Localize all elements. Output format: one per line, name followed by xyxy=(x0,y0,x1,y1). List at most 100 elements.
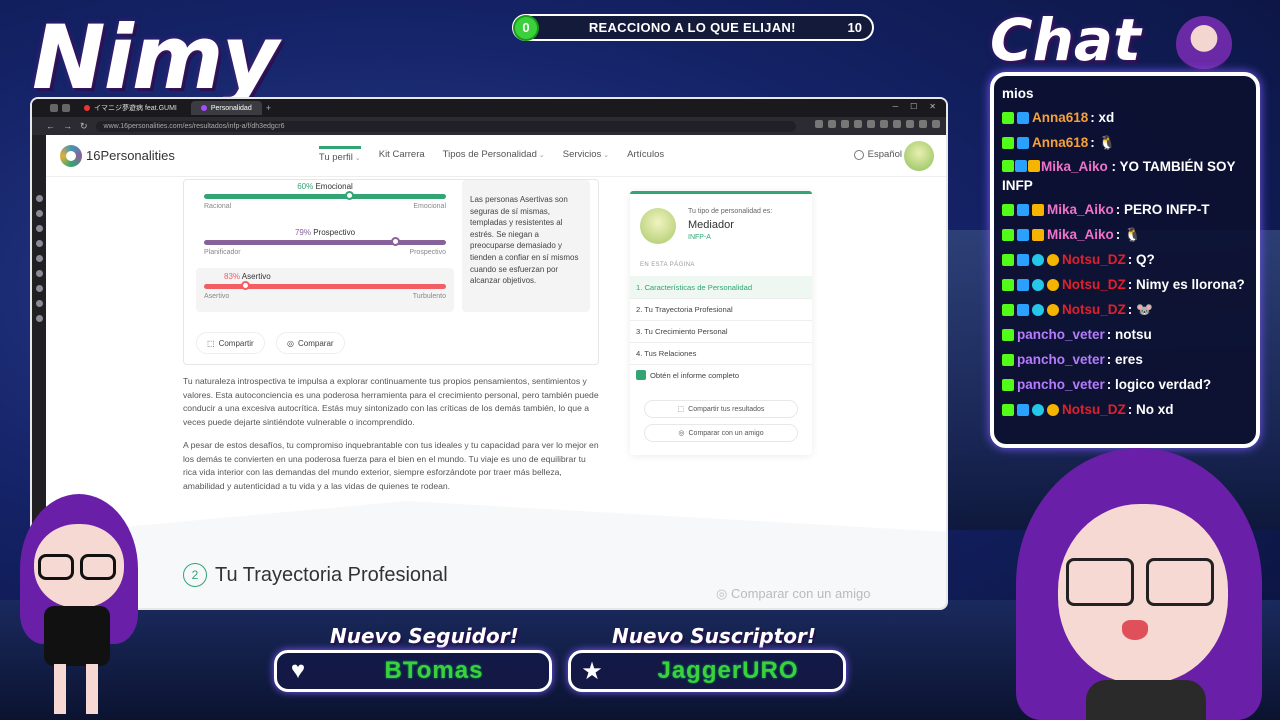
chat-messages: mios Anna618 : xd Anna618 : 🐧 Mika_Aiko : Y… xyxy=(1002,82,1248,422)
sub-badge-icon xyxy=(1017,253,1029,266)
new-tab-button[interactable]: + xyxy=(266,103,271,113)
chat-username[interactable]: Mika_Aiko xyxy=(1041,159,1108,174)
tab-actions-icon[interactable] xyxy=(62,104,70,112)
nav-item-profile[interactable]: Tu perfil ⌄ xyxy=(318,145,361,163)
extension-icon[interactable] xyxy=(828,120,836,128)
tab-label: Personalidad xyxy=(210,104,252,112)
follower-name: BTomas xyxy=(384,657,484,684)
nav-item-services[interactable]: Servicios ⌄ xyxy=(563,149,609,163)
gem-badge-icon xyxy=(1032,303,1044,316)
extension-icon[interactable] xyxy=(906,120,914,128)
back-icon[interactable]: ← xyxy=(46,121,55,131)
trait-title: 79% Prospectivo xyxy=(204,228,446,237)
trait-percent: 79% xyxy=(294,228,311,237)
whatsapp-icon[interactable] xyxy=(35,210,43,217)
settings-icon[interactable] xyxy=(35,315,43,322)
url-input[interactable]: www.16personalities.com/es/resultados/in… xyxy=(95,120,796,132)
trait-track xyxy=(204,240,446,245)
trait-energy[interactable]: 60% Emocional Racional Emocional xyxy=(204,178,446,222)
extension-icon[interactable] xyxy=(867,120,875,128)
gem-badge-icon xyxy=(1032,253,1044,266)
sub-badge-icon xyxy=(1017,136,1029,149)
nav-item-articles[interactable]: Artículos xyxy=(627,149,664,163)
chat-username[interactable]: Anna618 xyxy=(1032,130,1088,155)
on-page-heading: EN ESTA PÁGINA xyxy=(640,262,695,268)
extension-icon[interactable] xyxy=(932,120,940,128)
instagram-icon[interactable] xyxy=(35,225,43,232)
chat-message: Anna618 : 🐧 xyxy=(1002,130,1248,155)
share-results-label: Compartir tus resultados xyxy=(688,405,765,413)
kick-badge-icon xyxy=(1002,253,1014,266)
trait-left-label: Racional xyxy=(204,203,232,210)
user-avatar[interactable] xyxy=(904,141,934,171)
kick-badge-icon xyxy=(1002,136,1014,149)
type-code: INFP-A xyxy=(688,234,711,241)
nav-item-career[interactable]: Kit Carrera xyxy=(379,149,425,163)
sub-badge-icon xyxy=(1017,228,1029,241)
sub-badge-icon xyxy=(1017,203,1029,216)
chat-username[interactable]: pancho_veter xyxy=(1017,347,1105,372)
tier-badge-icon xyxy=(1047,403,1059,416)
toc-item-career[interactable]: 2. Tu Trayectoria Profesional xyxy=(630,298,812,320)
nav-item-types[interactable]: Tipos de Personalidad ⌄ xyxy=(443,149,545,163)
chat-panel: mios Anna618 : xd Anna618 : 🐧 Mika_Aiko : Y… xyxy=(990,72,1260,448)
extension-icon[interactable] xyxy=(919,120,927,128)
sidebar-app-icon[interactable] xyxy=(35,285,43,292)
streamer-name: Nimy xyxy=(32,6,279,109)
share-results-button[interactable]: ⬚ Compartir tus resultados xyxy=(644,400,798,418)
maximize-icon[interactable]: ☐ xyxy=(910,102,917,111)
sidebar-app-icon[interactable] xyxy=(35,270,43,277)
tab-music[interactable]: イマニジ夢遊病 feat.GUMI xyxy=(74,101,187,115)
chat-text: : Q? xyxy=(1127,252,1155,267)
extension-icon[interactable] xyxy=(841,120,849,128)
subscriber-name: JaggerURO xyxy=(657,657,799,684)
sub-badge-icon xyxy=(1017,278,1029,291)
chat-username[interactable]: Anna618 xyxy=(1032,105,1088,130)
goal-current: 0 xyxy=(515,16,537,39)
full-report-link[interactable]: Obtén el informe completo xyxy=(630,364,812,386)
chat-username[interactable]: pancho_veter xyxy=(1017,322,1105,347)
reload-icon[interactable]: ↻ xyxy=(80,121,88,132)
window-controls: ─ ☐ ✕ xyxy=(892,102,936,111)
extension-icon[interactable] xyxy=(854,120,862,128)
chat-username[interactable]: Notsu_DZ xyxy=(1062,272,1126,297)
discord-icon[interactable] xyxy=(35,255,43,262)
chat-username[interactable]: Notsu_DZ xyxy=(1062,247,1126,272)
forward-icon[interactable]: → xyxy=(63,121,72,131)
type-name: Mediador xyxy=(688,219,734,231)
chat-message: pancho_veter : notsu xyxy=(1002,322,1248,347)
compare-friend-button[interactable]: ◎ Comparar con un amigo xyxy=(644,424,798,442)
chat-username[interactable]: Notsu_DZ xyxy=(1062,397,1126,422)
vtuber-avatar-small xyxy=(14,494,140,720)
language-selector[interactable]: Español xyxy=(853,149,902,160)
sidebar-app-icon[interactable] xyxy=(35,300,43,307)
follower-alert: ♥ BTomas xyxy=(274,650,552,692)
site-logo[interactable]: 16Personalities xyxy=(60,144,175,167)
chat-username[interactable]: Notsu_DZ xyxy=(1062,297,1126,322)
share-button[interactable]: ⬚ Compartir xyxy=(196,332,265,354)
tier-badge-icon xyxy=(1047,253,1059,266)
tiktok-icon[interactable] xyxy=(35,240,43,247)
window-icon[interactable] xyxy=(50,104,58,112)
chat-username[interactable]: pancho_veter xyxy=(1017,372,1105,397)
chat-username[interactable]: Mika_Aiko xyxy=(1047,222,1114,247)
trait-tactics[interactable]: 79% Prospectivo Planificador Prospectivo xyxy=(204,224,446,268)
logo-text: 16Personalities xyxy=(86,148,175,163)
toc-item-relationships[interactable]: 4. Tus Relaciones xyxy=(630,342,812,364)
close-icon[interactable]: ✕ xyxy=(929,102,936,111)
chat-username[interactable]: Mika_Aiko xyxy=(1047,197,1114,222)
extension-icon[interactable] xyxy=(880,120,888,128)
toc-item-characteristics[interactable]: 1. Características de Personalidad xyxy=(630,276,812,298)
kick-badge-icon xyxy=(1002,228,1014,241)
compare-button[interactable]: ◎ Comparar xyxy=(276,332,345,354)
site-header: 16Personalities Tu perfil ⌄ Kit Carrera T… xyxy=(46,135,946,177)
minimize-icon[interactable]: ─ xyxy=(892,102,898,111)
extension-icon[interactable] xyxy=(815,120,823,128)
extension-icon[interactable] xyxy=(893,120,901,128)
tab-personality[interactable]: Personalidad xyxy=(190,101,262,115)
kick-badge-icon xyxy=(1002,328,1014,341)
trait-identity[interactable]: 83% Asertivo Asertivo Turbulento xyxy=(196,268,454,312)
sidebar-app-icon[interactable] xyxy=(35,195,43,202)
toc-item-growth[interactable]: 3. Tu Crecimiento Personal xyxy=(630,320,812,342)
chat-message: pancho_veter : eres xyxy=(1002,347,1248,372)
